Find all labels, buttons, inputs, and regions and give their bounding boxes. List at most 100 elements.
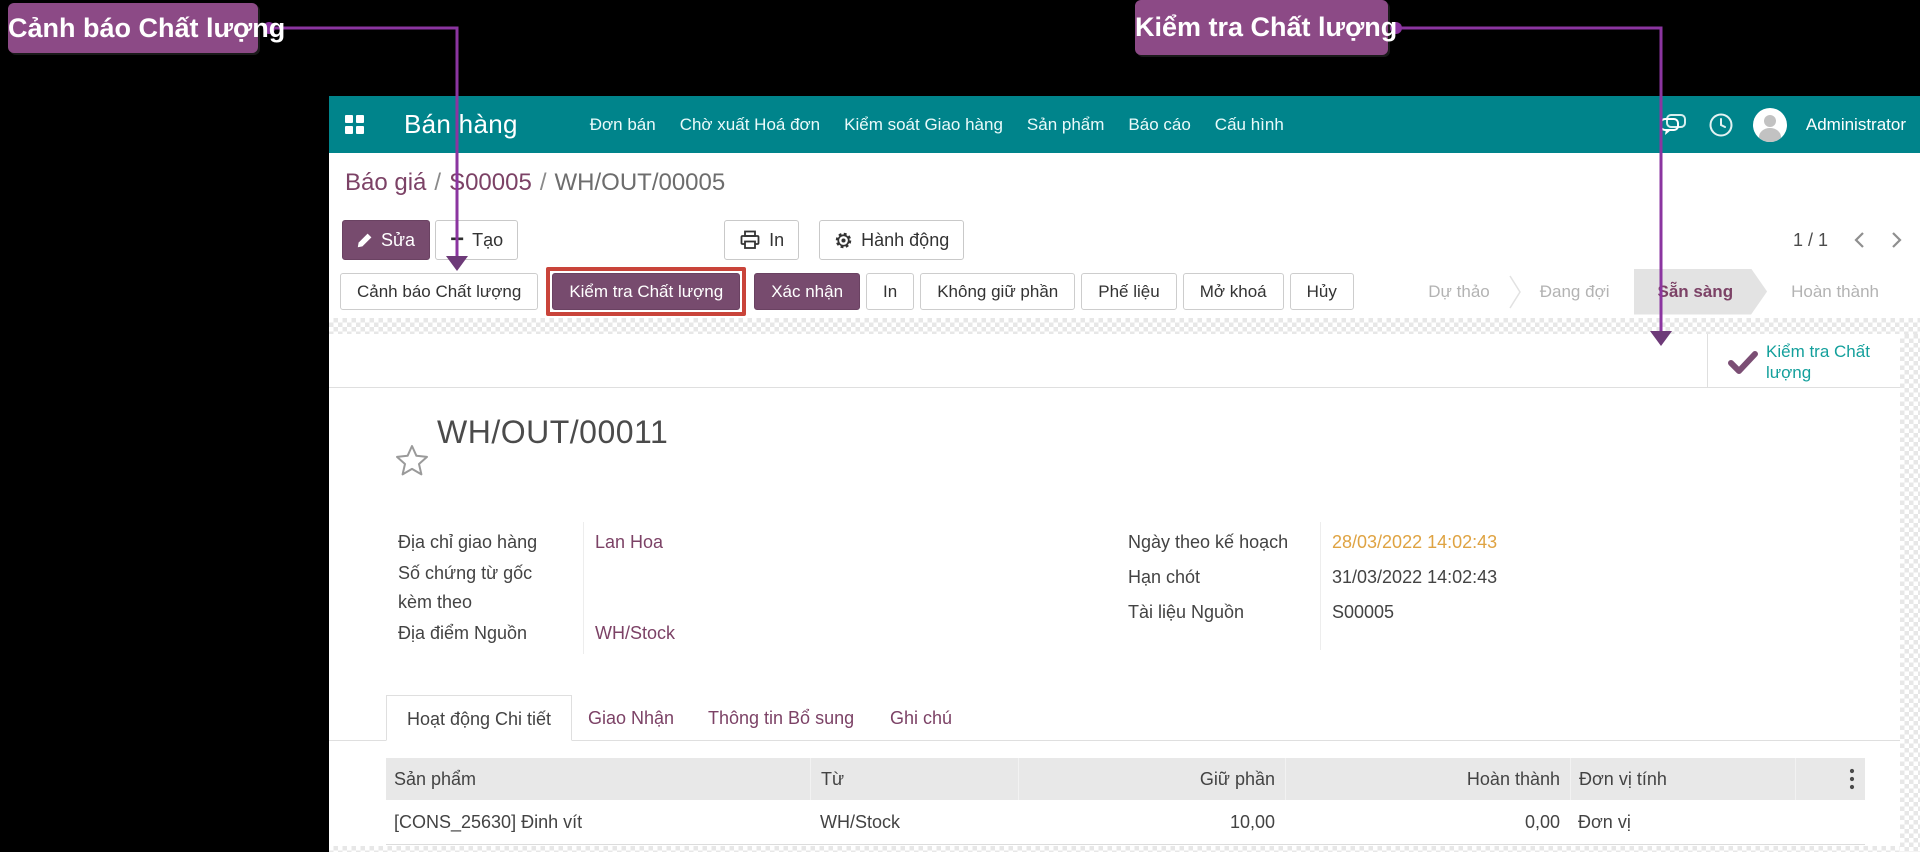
- edit-label: Sửa: [381, 229, 416, 250]
- button-box-row: Kiểm tra Chất lượng: [329, 334, 1900, 388]
- cancel-label: Hủy: [1306, 281, 1337, 301]
- field-divider: [1320, 522, 1321, 650]
- pager-previous-icon[interactable]: [1854, 231, 1865, 249]
- menu-config[interactable]: Cấu hình: [1215, 115, 1284, 135]
- action-button[interactable]: Hành động: [819, 220, 965, 260]
- table-header: Sản phẩm Từ Giữ phần Hoàn thành Đơn vị t…: [386, 758, 1865, 800]
- user-name[interactable]: Administrator: [1806, 115, 1906, 135]
- pencil-icon: [357, 233, 372, 248]
- unlock-button[interactable]: Mở khoá: [1182, 273, 1284, 310]
- column-header-reserved[interactable]: Giữ phần: [1018, 758, 1285, 800]
- printer-icon: [740, 230, 760, 249]
- pager-count: 1 / 1: [1792, 229, 1828, 250]
- clock-icon[interactable]: [1708, 112, 1734, 138]
- breadcrumb: Báo giá / S00005 / WH/OUT/00005: [345, 169, 725, 197]
- confirm-button[interactable]: Xác nhận: [754, 273, 861, 310]
- tab-additional-info[interactable]: Thông tin Bổ sung: [708, 695, 854, 741]
- smart-button-label: Kiểm tra Chất lượng: [1766, 342, 1870, 383]
- operations-table: Sản phẩm Từ Giữ phần Hoàn thành Đơn vị t…: [386, 758, 1865, 845]
- source-location-label: Địa điểm Nguồn: [398, 623, 528, 643]
- pager-next-icon[interactable]: [1891, 231, 1902, 249]
- chat-icon[interactable]: [1658, 112, 1690, 138]
- avatar[interactable]: [1752, 107, 1788, 143]
- gear-icon: [835, 232, 852, 248]
- app-title[interactable]: Bán hàng: [404, 109, 518, 140]
- cell-from: WH/Stock: [820, 811, 901, 832]
- cancel-button[interactable]: Hủy: [1289, 273, 1354, 310]
- kebab-icon[interactable]: [1849, 768, 1855, 790]
- annotation-highlight-box: Kiểm tra Chất lượng: [546, 267, 747, 316]
- form-sheet: Kiểm tra Chất lượng WH/OUT/00011 Địa chỉ…: [329, 334, 1900, 846]
- scrap-label: Phế liệu: [1098, 281, 1160, 301]
- apps-menu-icon[interactable]: [345, 115, 364, 134]
- record-title: WH/OUT/00011: [437, 414, 669, 450]
- scrap-button[interactable]: Phế liệu: [1081, 273, 1177, 310]
- create-label: Tạo: [472, 229, 504, 250]
- check-icon: [1728, 351, 1758, 374]
- column-header-done[interactable]: Hoàn thành: [1285, 758, 1570, 800]
- field-divider: [583, 522, 584, 654]
- status-draft[interactable]: Dự thảo: [1404, 269, 1513, 315]
- table-row[interactable]: [CONS_25630] Đinh vít WH/Stock 10,00 0,0…: [386, 800, 1865, 845]
- unreserve-label: Không giữ phần: [937, 281, 1059, 301]
- tab-delivery[interactable]: Giao Nhận: [588, 695, 674, 741]
- tab-notes[interactable]: Ghi chú: [890, 695, 952, 741]
- star-icon[interactable]: [395, 444, 429, 476]
- menu-delivery-control[interactable]: Kiểm soát Giao hàng: [844, 115, 1003, 135]
- menu-to-invoice[interactable]: Chờ xuất Hoá đơn: [680, 115, 820, 135]
- quality-alert-button[interactable]: Cảnh báo Chất lượng: [340, 273, 539, 310]
- column-header-options: [1795, 758, 1865, 800]
- pager: 1 / 1: [1793, 230, 1920, 251]
- quality-check-label: Kiểm tra Chất lượng: [569, 281, 724, 301]
- cell-reserved: 10,00: [1229, 811, 1275, 832]
- breadcrumb-row: Báo giá / S00005 / WH/OUT/00005: [329, 153, 1920, 215]
- action-label: Hành động: [861, 229, 950, 250]
- status-ready[interactable]: Sẵn sàng: [1634, 269, 1768, 315]
- menu-products[interactable]: Sản phẩm: [1027, 115, 1105, 135]
- source-document-label: Tài liệu Nguồn: [1128, 602, 1245, 622]
- breadcrumb-sale-order[interactable]: S00005: [449, 169, 532, 196]
- edit-button[interactable]: Sửa: [342, 220, 431, 260]
- screenshot-stage: Cảnh báo Chất lượng Kiểm tra Chất lượng …: [0, 0, 1920, 852]
- print-button[interactable]: In: [724, 220, 800, 260]
- breadcrumb-separator: /: [539, 169, 547, 196]
- original-docs-label: Số chứng từ gốc kèm theo: [398, 563, 533, 612]
- deadline-label: Hạn chót: [1128, 567, 1201, 587]
- delivery-address-value[interactable]: Lan Hoa: [595, 528, 663, 557]
- main-navbar: Bán hàng Đơn bán Chờ xuất Hoá đơn Kiểm s…: [329, 96, 1920, 153]
- confirm-label: Xác nhận: [771, 281, 844, 301]
- breadcrumb-quotation[interactable]: Báo giá: [345, 169, 426, 196]
- print-slip-button[interactable]: In: [866, 273, 915, 310]
- action-bar: Cảnh báo Chất lượng Kiểm tra Chất lượng …: [329, 265, 1920, 318]
- delivery-address-label: Địa chỉ giao hàng: [398, 532, 538, 552]
- cell-done: 0,00: [1524, 811, 1560, 832]
- column-header-product[interactable]: Sản phẩm: [386, 758, 810, 800]
- plus-icon: +: [450, 226, 465, 253]
- transparent-bottom-strip: [329, 846, 1900, 852]
- source-document-value: S00005: [1332, 602, 1395, 622]
- column-header-from[interactable]: Từ: [810, 758, 1018, 800]
- quality-check-smart-button[interactable]: Kiểm tra Chất lượng: [1707, 334, 1900, 388]
- navbar-menu: Đơn bán Chờ xuất Hoá đơn Kiểm soát Giao …: [590, 115, 1284, 135]
- deadline-value: 31/03/2022 14:02:43: [1332, 567, 1498, 587]
- column-header-uom[interactable]: Đơn vị tính: [1570, 758, 1795, 800]
- tab-detailed-operations[interactable]: Hoạt động Chi tiết: [386, 695, 572, 741]
- unlock-label: Mở khoá: [1199, 281, 1267, 301]
- create-button[interactable]: + Tạo: [435, 220, 519, 260]
- scheduled-date-label: Ngày theo kế hoạch: [1128, 532, 1289, 552]
- menu-orders[interactable]: Đơn bán: [590, 115, 656, 135]
- status-done[interactable]: Hoàn thành: [1767, 269, 1903, 315]
- print-label: In: [769, 229, 785, 250]
- cell-uom: Đơn vị: [1578, 811, 1631, 832]
- print-slip-label: In: [883, 281, 898, 301]
- statusbar: Dự thảo Đang đợi Sẵn sàng Hoàn thành: [1404, 265, 1903, 318]
- status-waiting[interactable]: Đang đợi: [1516, 269, 1634, 315]
- transparent-gap-band: [329, 318, 1920, 334]
- unreserve-button[interactable]: Không giữ phần: [920, 273, 1076, 310]
- notebook-tabs: Hoạt động Chi tiết Giao Nhận Thông tin B…: [329, 695, 1900, 741]
- source-location-value[interactable]: WH/Stock: [595, 619, 675, 648]
- menu-reporting[interactable]: Báo cáo: [1128, 115, 1190, 135]
- quality-check-button[interactable]: Kiểm tra Chất lượng: [552, 273, 741, 310]
- control-bar: Sửa + Tạo In Hành động 1 / 1: [329, 215, 1920, 265]
- breadcrumb-separator: /: [434, 169, 442, 196]
